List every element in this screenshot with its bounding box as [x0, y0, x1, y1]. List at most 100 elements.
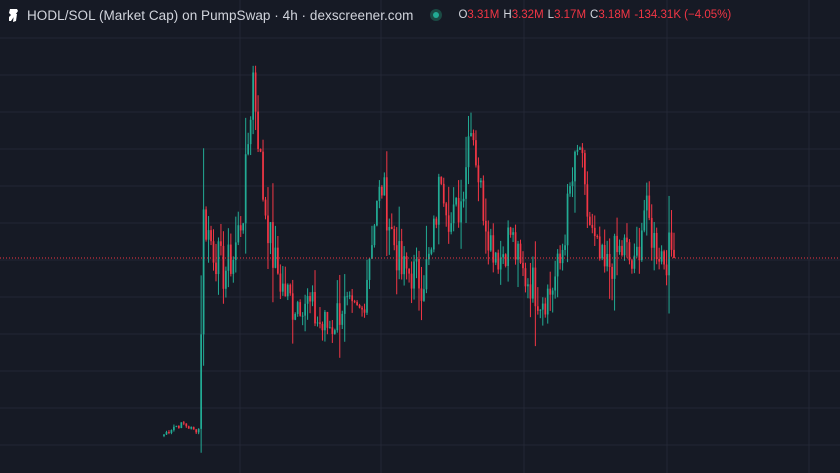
candle-body — [670, 232, 673, 250]
candle-body — [319, 322, 321, 324]
candle-body — [593, 227, 596, 237]
candle-body — [655, 232, 658, 260]
candle-up — [415, 247, 418, 279]
candle-body — [343, 296, 346, 314]
candle-down — [289, 283, 292, 296]
candle-up — [546, 284, 549, 324]
candle-body — [353, 301, 356, 303]
candle-body — [529, 284, 532, 299]
candle-down — [185, 423, 188, 428]
candle-body — [564, 245, 566, 250]
candle-up — [462, 191, 465, 208]
candle-up — [348, 291, 351, 300]
candle-body — [329, 327, 331, 329]
candle-body — [430, 249, 433, 254]
candle-up — [551, 287, 554, 313]
candle-down — [584, 149, 586, 195]
candle-body — [665, 264, 668, 276]
candle-up — [541, 297, 544, 326]
candle-down — [596, 234, 599, 239]
candle-body — [514, 232, 517, 260]
candle-up — [366, 259, 368, 316]
candle-body — [341, 313, 344, 325]
candle-down — [457, 180, 460, 228]
candle-up — [502, 246, 505, 264]
chart-area[interactable] — [0, 0, 840, 473]
candle-body — [450, 223, 453, 232]
candle-body — [512, 232, 514, 235]
candle-down — [405, 252, 408, 280]
candle-up — [507, 220, 509, 282]
candle-up — [378, 180, 381, 209]
candle-body — [277, 247, 279, 274]
candle-up — [452, 187, 455, 232]
candle-down — [168, 430, 170, 435]
candle-body — [316, 322, 319, 324]
candle-body — [584, 153, 586, 185]
candle-body — [653, 232, 656, 248]
candle-body — [380, 186, 383, 196]
candle-up — [225, 266, 227, 298]
candle-body — [187, 426, 190, 429]
candle-body — [640, 230, 643, 261]
candle-body — [626, 237, 628, 243]
candle-body — [234, 242, 237, 260]
candle-body — [324, 311, 326, 331]
candle-up — [252, 65, 254, 135]
candle-body — [336, 303, 339, 331]
candle-body — [591, 224, 594, 228]
candle-body — [252, 72, 254, 120]
candle-body — [546, 288, 549, 315]
candle-body — [519, 243, 522, 263]
candle-down — [492, 223, 495, 273]
candle-down — [529, 262, 532, 318]
candle-body — [405, 256, 408, 269]
candle-up — [437, 173, 440, 245]
candle-body — [373, 225, 376, 246]
candle-up — [197, 428, 200, 435]
candle-body — [569, 186, 571, 194]
candle-down — [279, 264, 282, 300]
candle-down — [418, 250, 420, 311]
candle-up — [242, 222, 245, 234]
candle-body — [574, 151, 576, 182]
candle-up — [645, 182, 648, 236]
high-value: 3.32M — [511, 9, 544, 21]
candle-up — [306, 288, 309, 320]
candle-down — [358, 303, 361, 309]
candle-body — [596, 236, 599, 238]
candle-body — [425, 259, 428, 290]
candle-up — [165, 430, 168, 435]
candle-body — [432, 218, 435, 250]
candle-down — [314, 270, 316, 327]
candle-up — [460, 179, 462, 249]
candle-body — [504, 254, 507, 266]
candle-body — [631, 260, 633, 269]
candle-down — [628, 239, 631, 265]
candle-body — [497, 252, 500, 270]
candle-body — [517, 243, 519, 260]
candle-down — [536, 287, 539, 315]
candle-down — [616, 217, 618, 276]
candle-down — [650, 204, 653, 261]
candle-up — [324, 310, 326, 342]
candle-up — [286, 283, 289, 301]
candle-up — [432, 215, 435, 253]
candle-body — [202, 209, 205, 335]
candle-body — [408, 268, 410, 274]
candle-body — [603, 245, 606, 267]
candle-up — [561, 243, 564, 271]
candle-up — [579, 146, 581, 150]
candle-body — [190, 427, 193, 429]
candle-body — [291, 293, 294, 320]
candle-body — [309, 296, 311, 302]
chart-title: HODL/SOL (Market Cap) on PumpSwap · 4h ·… — [27, 7, 414, 23]
candle-up — [450, 212, 453, 235]
candle-body — [262, 151, 264, 200]
candle-up — [376, 200, 378, 227]
candle-down — [626, 223, 628, 258]
candle-up — [311, 285, 314, 307]
candle-up — [237, 211, 240, 246]
candle-body — [220, 241, 222, 246]
candle-up — [539, 309, 542, 319]
